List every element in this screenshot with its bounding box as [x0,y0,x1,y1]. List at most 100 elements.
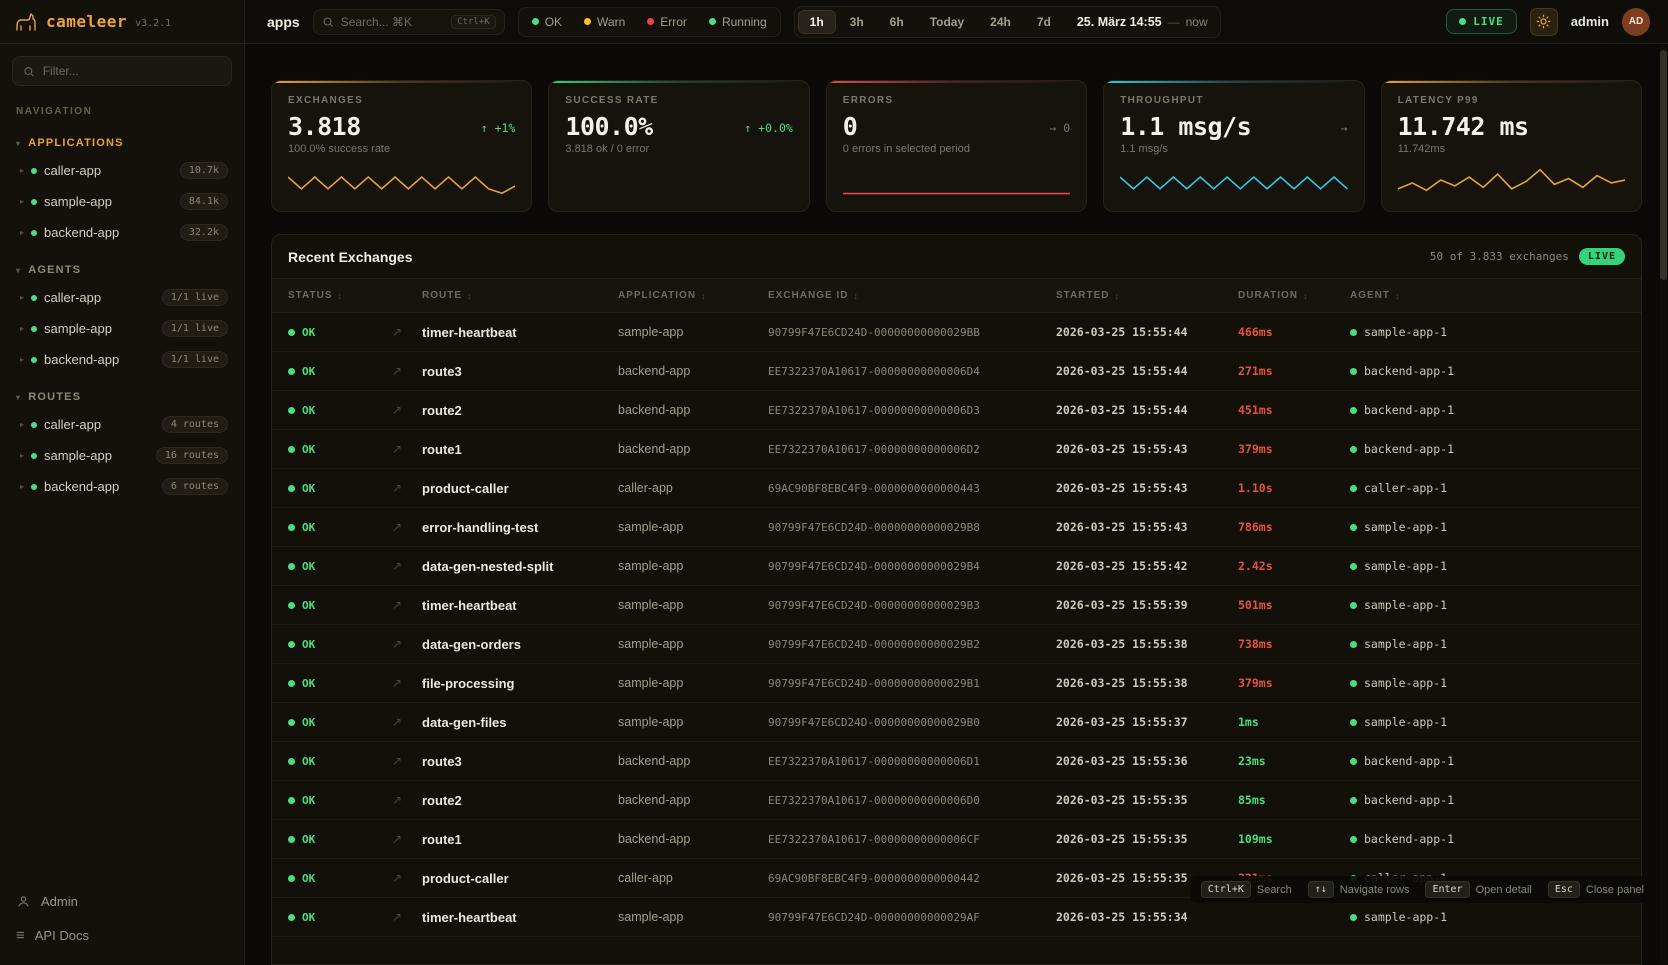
open-exchange-icon[interactable]: ↗ [392,403,422,417]
sidebar-item-sample-app[interactable]: ▸ sample-app 1/1 live [0,313,244,344]
sidebar-item-caller-app[interactable]: ▸ caller-app 4 routes [0,409,244,440]
table-row[interactable]: OK ↗ route2 backend-app EE7322370A10617-… [272,391,1641,430]
started-cell: 2026-03-25 15:55:38 [1056,637,1238,651]
filter-input[interactable] [43,64,221,78]
table-row[interactable]: OK ↗ data-gen-orders sample-app 90799F47… [272,625,1641,664]
stat-trend: → 0 [1049,121,1070,135]
sort-icon: ↕ [1114,291,1120,301]
table-row[interactable]: OK ↗ timer-heartbeat sample-app 90799F47… [272,586,1641,625]
agent-label: sample-app-1 [1364,715,1447,729]
username-label: admin [1571,14,1609,29]
sidebar-section-routes[interactable]: ▾ ROUTES [0,385,244,409]
open-exchange-icon[interactable]: ↗ [392,832,422,846]
filter-chip-warn[interactable]: Warn [574,11,635,33]
sidebar-filter [12,56,232,86]
open-exchange-icon[interactable]: ↗ [392,364,422,378]
search-input[interactable] [341,15,444,29]
open-exchange-icon[interactable]: ↗ [392,676,422,690]
range-3h[interactable]: 3h [838,10,876,34]
filter-chip-running[interactable]: Running [699,11,777,33]
open-exchange-icon[interactable]: ↗ [392,871,422,885]
table-row[interactable]: OK ↗ route1 backend-app EE7322370A10617-… [272,820,1641,859]
sidebar-item-badge: 4 routes [162,416,228,433]
status-cell: OK [288,911,392,924]
filter-chip-error[interactable]: Error [637,11,697,33]
column-header-exchange-id[interactable]: EXCHANGE ID ↕ [768,290,1056,301]
open-exchange-icon[interactable]: ↗ [392,598,422,612]
table-row[interactable]: OK ↗ data-gen-files sample-app 90799F47E… [272,703,1641,742]
sidebar-item-admin[interactable]: Admin [0,885,244,918]
range-6h[interactable]: 6h [878,10,916,34]
started-cell: 2026-03-25 15:55:44 [1056,325,1238,339]
range-24h[interactable]: 24h [978,10,1023,34]
scrollbar[interactable] [1660,46,1667,963]
section-title-label: AGENTS [28,264,81,276]
application-cell: sample-app [618,598,768,612]
sidebar-item-backend-app[interactable]: ▸ backend-app 32.2k [0,217,244,248]
table-row[interactable]: OK ↗ route3 backend-app EE7322370A10617-… [272,352,1641,391]
agent-status-dot [1350,524,1357,531]
section-items: ▸ caller-app 10.7k ▸ sample-app 84.1k ▸ … [0,155,244,248]
application-cell: sample-app [618,910,768,924]
agent-status-dot [1350,758,1357,765]
exchange-id-cell: EE7322370A10617-00000000000006D2 [768,443,1056,456]
column-header-application[interactable]: APPLICATION ↕ [618,290,768,301]
status-dot [31,357,37,363]
table-row[interactable]: OK ↗ timer-heartbeat sample-app 90799F47… [272,313,1641,352]
duration-cell: 379ms [1238,676,1350,690]
open-exchange-icon[interactable]: ↗ [392,715,422,729]
column-header-route[interactable]: ROUTE ↕ [422,290,618,301]
open-exchange-icon[interactable]: ↗ [392,442,422,456]
table-row[interactable]: OK ↗ error-handling-test sample-app 9079… [272,508,1641,547]
range-7d[interactable]: 7d [1025,10,1063,34]
table-row[interactable]: OK ↗ file-processing sample-app 90799F47… [272,664,1641,703]
panel-title: Recent Exchanges [288,249,413,265]
sidebar-item-backend-app[interactable]: ▸ backend-app 6 routes [0,471,244,502]
column-header-duration[interactable]: DURATION ↕ [1238,290,1350,301]
filter-chip-ok[interactable]: OK [522,11,572,33]
live-toggle[interactable]: LIVE [1446,9,1517,34]
route-cell: data-gen-orders [422,637,618,652]
column-header-label: STARTED [1056,290,1109,301]
sidebar-item-sample-app[interactable]: ▸ sample-app 16 routes [0,440,244,471]
table-row[interactable]: OK ↗ route2 backend-app EE7322370A10617-… [272,781,1641,820]
now-label[interactable]: now [1186,15,1208,29]
keyboard-hint: Ctrl+K Search [1201,881,1292,898]
live-label: LIVE [1473,15,1504,28]
sidebar-section-agents[interactable]: ▾ AGENTS [0,258,244,282]
sidebar-item-backend-app[interactable]: ▸ backend-app 1/1 live [0,344,244,375]
table-row[interactable]: OK ↗ timer-heartbeat sample-app 90799F47… [272,898,1641,937]
sidebar-item-api-docs[interactable]: ≡ API Docs [0,918,244,953]
sidebar-section-applications[interactable]: ▾ APPLICATIONS [0,131,244,155]
range-today[interactable]: Today [918,10,976,34]
table-row[interactable]: OK ↗ route3 backend-app EE7322370A10617-… [272,742,1641,781]
table-row[interactable]: OK ↗ product-caller caller-app 69AC90BF8… [272,469,1641,508]
column-header-started[interactable]: STARTED ↕ [1056,290,1238,301]
started-cell: 2026-03-25 15:55:42 [1056,559,1238,573]
sidebar-item-sample-app[interactable]: ▸ sample-app 84.1k [0,186,244,217]
table-row[interactable]: OK ↗ route1 backend-app EE7322370A10617-… [272,430,1641,469]
open-exchange-icon[interactable]: ↗ [392,637,422,651]
open-exchange-icon[interactable]: ↗ [392,481,422,495]
table-row[interactable]: OK ↗ data-gen-nested-split sample-app 90… [272,547,1641,586]
open-exchange-icon[interactable]: ↗ [392,520,422,534]
sidebar-item-caller-app[interactable]: ▸ caller-app 10.7k [0,155,244,186]
avatar[interactable]: AD [1622,8,1650,36]
sort-icon: ↕ [853,291,859,301]
status-cell: OK [288,365,392,378]
column-header-status[interactable]: STATUS ↕ [288,290,392,301]
open-exchange-icon[interactable]: ↗ [392,754,422,768]
duration-cell: 271ms [1238,364,1350,378]
stat-subtext: 1.1 msg/s [1120,143,1347,155]
open-exchange-icon[interactable]: ↗ [392,793,422,807]
range-1h[interactable]: 1h [798,10,836,34]
open-exchange-icon[interactable]: ↗ [392,910,422,924]
theme-toggle-button[interactable] [1530,8,1558,36]
column-header-agent[interactable]: AGENT ↕ [1350,290,1625,301]
open-exchange-icon[interactable]: ↗ [392,559,422,573]
sidebar-item-caller-app[interactable]: ▸ caller-app 1/1 live [0,282,244,313]
stat-subtext: 11.742ms [1398,143,1625,155]
agent-status-dot [1350,563,1357,570]
scrollbar-thumb[interactable] [1660,50,1667,280]
open-exchange-icon[interactable]: ↗ [392,325,422,339]
